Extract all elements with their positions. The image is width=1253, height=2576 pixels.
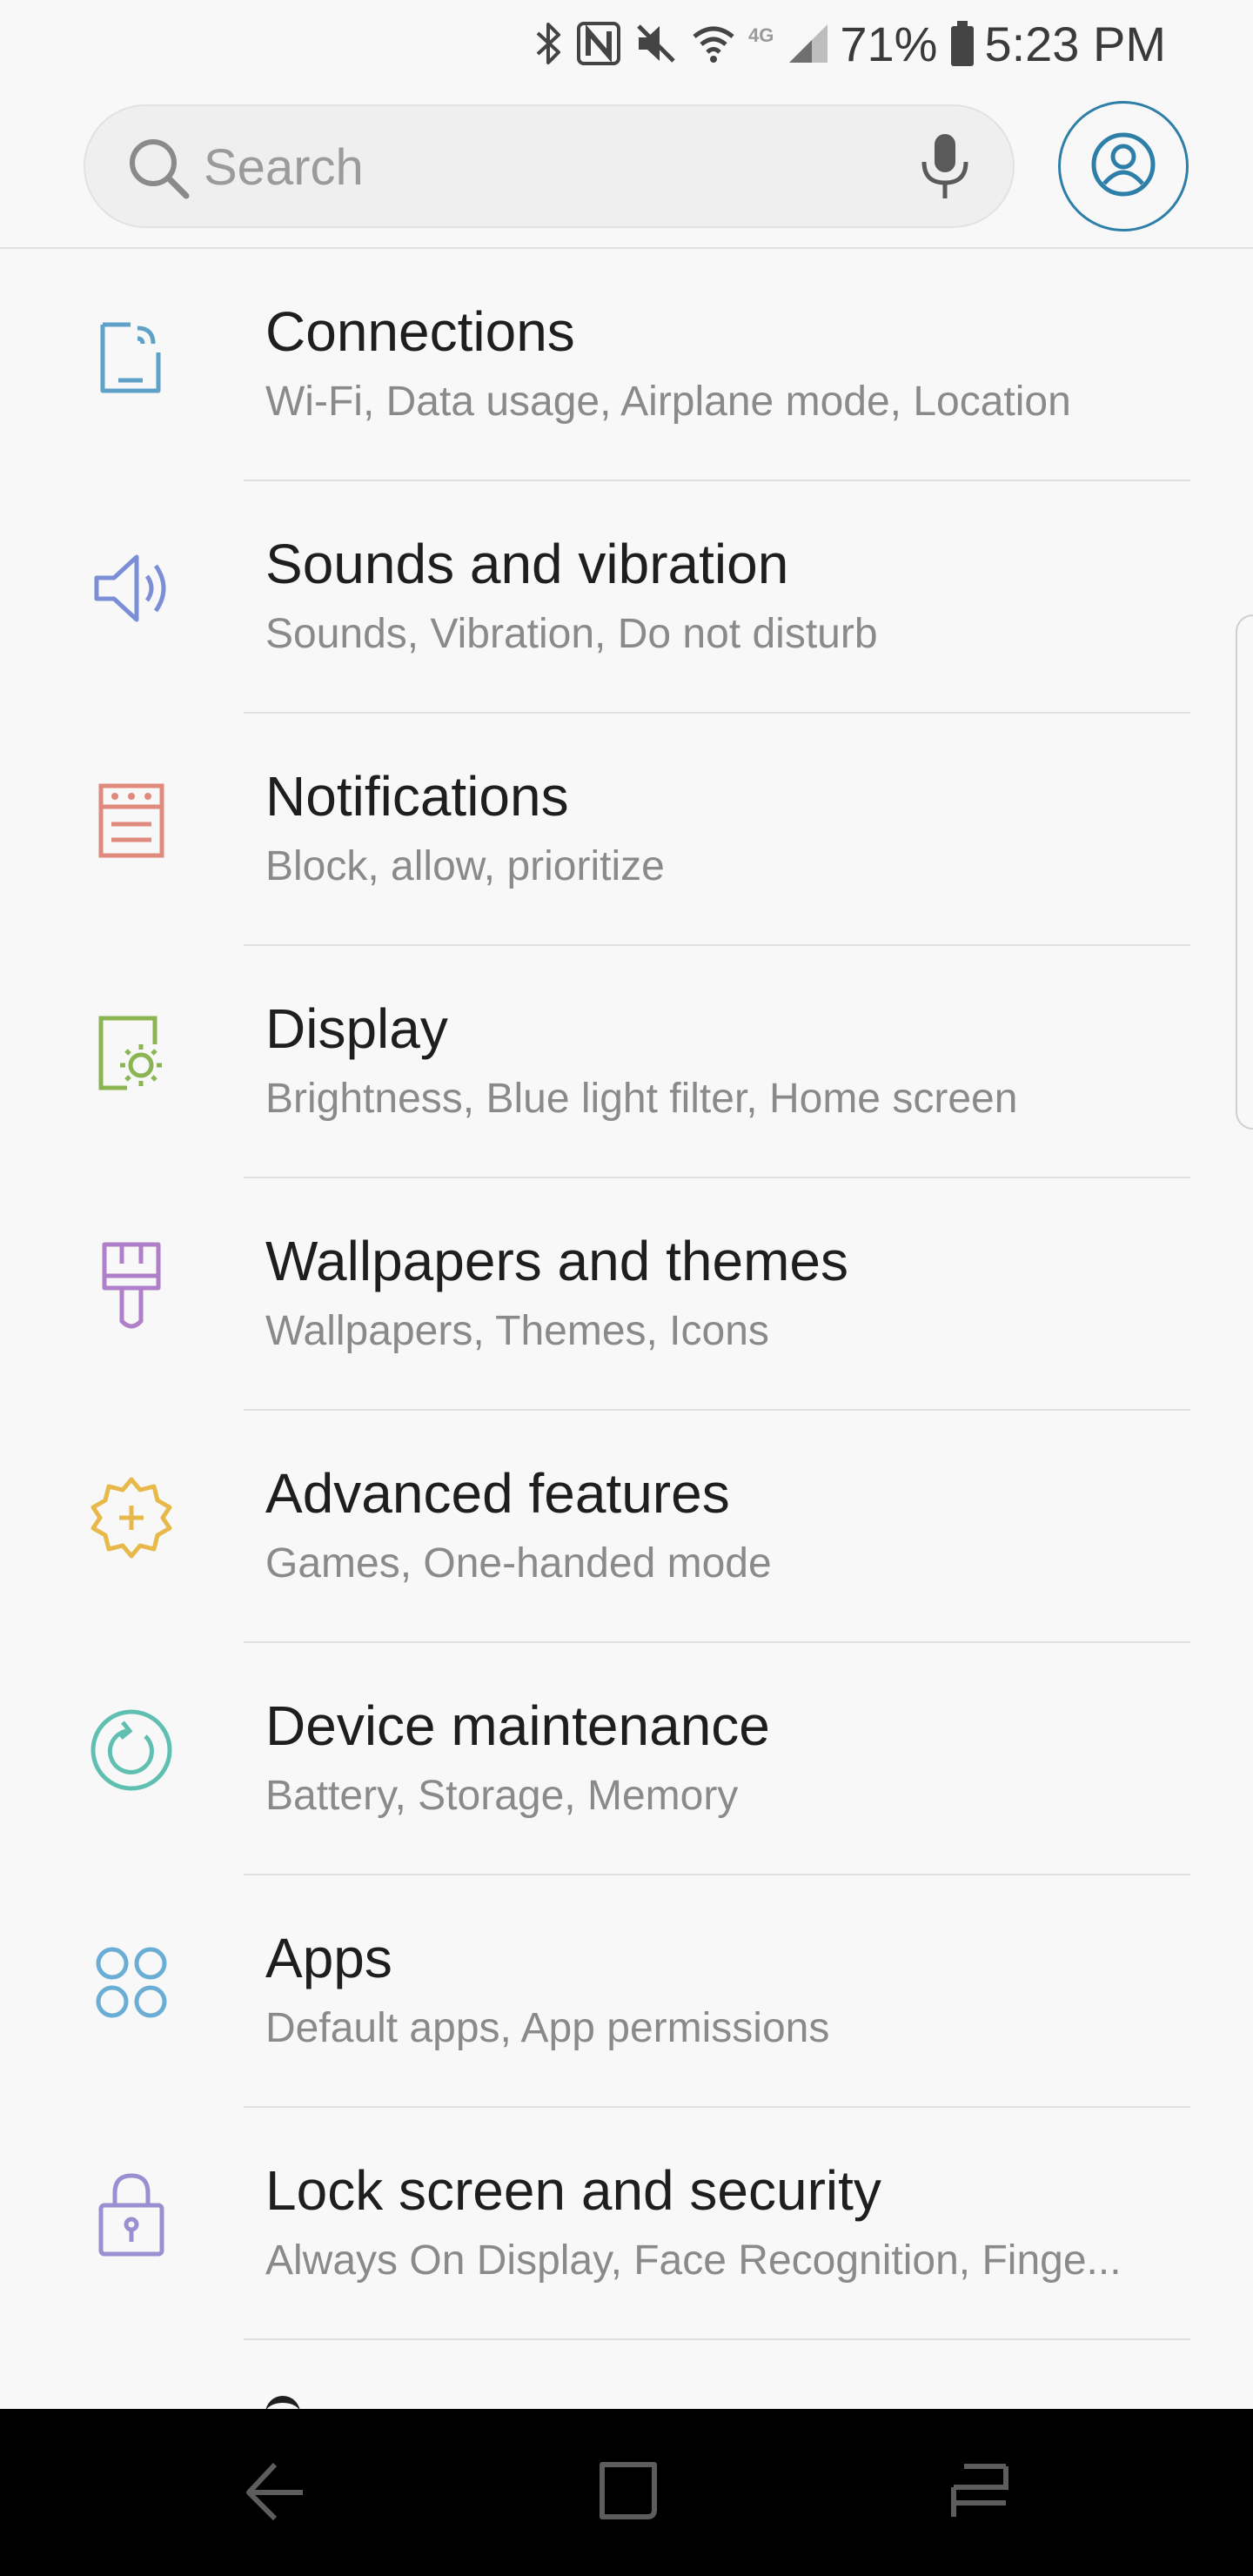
search-input[interactable] bbox=[202, 125, 867, 209]
apps-icon bbox=[84, 1935, 179, 2030]
settings-item-subtitle: Games, One-handed mode bbox=[265, 1540, 772, 1587]
search-bar[interactable] bbox=[84, 104, 1015, 228]
settings-item-title: Apps bbox=[265, 1927, 392, 1989]
settings-item-apps[interactable]: Apps Default apps, App permissions bbox=[0, 1875, 1253, 2108]
gear-plus-icon bbox=[84, 1470, 179, 1566]
bluetooth-icon bbox=[534, 17, 564, 70]
mute-icon bbox=[633, 17, 679, 70]
microphone-icon[interactable] bbox=[910, 131, 980, 208]
settings-item-title: Advanced features bbox=[265, 1462, 730, 1525]
network-type-label: 4G bbox=[747, 24, 774, 46]
battery-percent: 71% bbox=[840, 16, 938, 71]
lock-icon bbox=[84, 2167, 179, 2263]
settings-item-subtitle: Block, allow, prioritize bbox=[265, 843, 665, 889]
settings-item-subtitle: Sounds, Vibration, Do not disturb bbox=[265, 611, 878, 657]
settings-item-title: Wallpapers and themes bbox=[265, 1230, 848, 1292]
settings-item-title: Device maintenance bbox=[265, 1694, 770, 1757]
settings-item-title: Lock screen and security bbox=[265, 2159, 881, 2222]
settings-item-subtitle: Default apps, App permissions bbox=[265, 2005, 830, 2051]
settings-header bbox=[0, 87, 1253, 249]
nfc-icon bbox=[576, 17, 621, 70]
settings-item-title: Connections bbox=[265, 300, 575, 363]
settings-item-advanced-features[interactable]: Advanced features Games, One-handed mode bbox=[0, 1411, 1253, 1643]
clock: 5:23 PM bbox=[984, 16, 1166, 71]
account-icon bbox=[1089, 130, 1158, 204]
back-icon bbox=[242, 2456, 312, 2530]
home-button[interactable] bbox=[585, 2449, 672, 2536]
settings-item-subtitle: Brightness, Blue light filter, Home scre… bbox=[265, 1076, 1018, 1122]
settings-item-subtitle: Wallpapers, Themes, Icons bbox=[265, 1308, 769, 1354]
home-icon bbox=[593, 2456, 663, 2530]
settings-item-notifications[interactable]: Notifications Block, allow, prioritize bbox=[0, 714, 1253, 946]
back-button[interactable] bbox=[233, 2449, 320, 2536]
notifications-icon bbox=[84, 773, 179, 869]
settings-item-device-maintenance[interactable]: Device maintenance Battery, Storage, Mem… bbox=[0, 1643, 1253, 1875]
settings-item-title: Sounds and vibration bbox=[265, 533, 789, 595]
settings-item-display[interactable]: Display Brightness, Blue light filter, H… bbox=[0, 946, 1253, 1178]
scroll-handle[interactable] bbox=[1236, 614, 1253, 1130]
recents-button[interactable] bbox=[936, 2449, 1023, 2536]
battery-icon bbox=[949, 17, 975, 70]
recents-icon bbox=[945, 2456, 1015, 2530]
navigation-bar bbox=[0, 2409, 1253, 2576]
signal-icon bbox=[786, 17, 831, 70]
settings-item-subtitle: Battery, Storage, Memory bbox=[265, 1773, 739, 1819]
display-icon bbox=[84, 1005, 179, 1101]
settings-item-wallpapers-and-themes[interactable]: Wallpapers and themes Wallpapers, Themes… bbox=[0, 1178, 1253, 1411]
settings-item-title: Display bbox=[265, 997, 448, 1060]
status-bar: 4G 71% 5:23 PM bbox=[0, 0, 1253, 87]
paintbrush-icon bbox=[84, 1238, 179, 1333]
wifi-icon bbox=[691, 17, 736, 70]
settings-list: Connections Wi-Fi, Data usage, Airplane … bbox=[0, 249, 1253, 2427]
settings-item-lock-screen-and-security[interactable]: Lock screen and security Always On Displ… bbox=[0, 2108, 1253, 2340]
search-icon bbox=[125, 135, 191, 205]
connections-icon bbox=[84, 308, 179, 404]
account-button[interactable] bbox=[1058, 101, 1189, 231]
settings-item-subtitle: Wi-Fi, Data usage, Airplane mode, Locati… bbox=[265, 379, 1071, 425]
settings-item-connections[interactable]: Connections Wi-Fi, Data usage, Airplane … bbox=[0, 249, 1253, 481]
settings-item-sounds-and-vibration[interactable]: Sounds and vibration Sounds, Vibration, … bbox=[0, 481, 1253, 714]
speaker-icon bbox=[84, 540, 179, 636]
refresh-icon bbox=[84, 1702, 179, 1798]
settings-item-title: Notifications bbox=[265, 765, 569, 828]
settings-item-subtitle: Always On Display, Face Recognition, Fin… bbox=[265, 2237, 1122, 2284]
